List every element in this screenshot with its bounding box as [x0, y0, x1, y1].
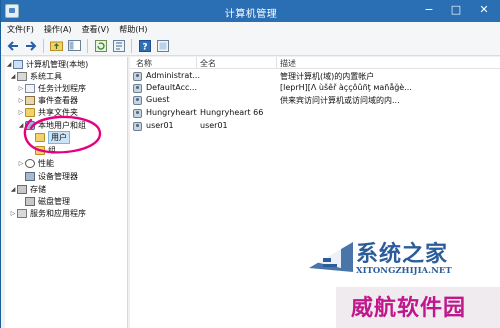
expand-arrow-icon[interactable]: ▷	[9, 210, 17, 217]
system-tools-icon	[17, 72, 27, 81]
tree-node-label: 任务计划程序	[38, 84, 86, 93]
collapse-arrow-icon[interactable]: ◢	[17, 122, 25, 129]
device-manager-icon	[25, 172, 35, 181]
table-row[interactable]: Administrat... 管理计算机(域)的内置帐户	[130, 71, 500, 82]
expand-arrow-icon[interactable]: ▷	[17, 85, 25, 92]
tree-node-label: 本地用户和组	[38, 121, 86, 130]
user-icon	[133, 72, 142, 81]
refresh-icon[interactable]	[93, 38, 108, 53]
expand-arrow-icon[interactable]: ▷	[17, 109, 25, 116]
user-icon	[133, 84, 142, 93]
menu-action[interactable]: 操作(A)	[44, 24, 72, 35]
tree-node-system-tools[interactable]: ◢ 系统工具	[9, 71, 62, 82]
tree-node-label: 性能	[38, 159, 54, 168]
tree-node-label: 系统工具	[30, 72, 62, 81]
list-header: 名称 全名 描述	[130, 57, 500, 69]
column-header-name[interactable]: 名称	[136, 58, 152, 69]
tree-node-label: 磁盘管理	[38, 197, 70, 206]
tree-node-label: 组	[48, 146, 56, 155]
tree-node-label: 计算机管理(本地)	[26, 60, 89, 69]
toolbar-separator	[87, 38, 88, 53]
users-folder-icon	[35, 133, 45, 142]
tree-node-storage[interactable]: ◢ 存储	[9, 184, 46, 195]
tree-node-device-manager[interactable]: 设备管理器	[17, 171, 78, 182]
computer-management-window: 计算机管理 − □ ✕ 文件(F) 操作(A) 查看(V) 帮助(H) ? ◢ …	[0, 0, 500, 328]
disk-management-icon	[25, 197, 35, 206]
user-icon	[133, 96, 142, 105]
menu-file[interactable]: 文件(F)	[7, 24, 34, 35]
tree-node-disk-management[interactable]: 磁盘管理	[17, 196, 70, 207]
cell-name: DefaultAcc...	[146, 83, 197, 92]
tree-node-label: 事件查看器	[38, 96, 78, 105]
title-bar: 计算机管理 − □ ✕	[1, 0, 500, 22]
tree-node-event-viewer[interactable]: ▷ 事件查看器	[17, 95, 78, 106]
cell-description: [leprH][Λ ùšêř àççôûñţ мañåğè...	[280, 83, 412, 92]
close-button[interactable]: ✕	[471, 0, 497, 20]
toolbar-separator	[131, 38, 132, 53]
cell-name: user01	[146, 121, 174, 130]
table-row[interactable]: Hungryheart Hungryheart 66	[130, 108, 500, 119]
cell-name: Administrat...	[146, 71, 200, 80]
tree-node-label: 存储	[30, 185, 46, 194]
tree-node-users[interactable]: 用户	[27, 131, 70, 144]
menu-help[interactable]: 帮助(H)	[119, 24, 147, 35]
navigation-tree: ◢ 计算机管理(本地) ◢ 系统工具 ▷ 任务计划程序 ▷ 事件查看器 ▷ 共享…	[5, 57, 128, 328]
computer-management-icon	[13, 60, 23, 69]
cell-name: Hungryheart	[146, 108, 197, 117]
up-folder-icon[interactable]	[49, 38, 64, 53]
watermark-site-url: XITONGZHIJIA.NET	[356, 266, 452, 276]
task-scheduler-icon	[25, 84, 35, 93]
collapse-arrow-icon[interactable]: ◢	[5, 61, 13, 68]
tree-node-task-scheduler[interactable]: ▷ 任务计划程序	[17, 83, 86, 94]
tree-node-services-apps[interactable]: ▷ 服务和应用程序	[9, 208, 86, 219]
show-tree-icon[interactable]	[67, 38, 82, 53]
tree-node-label: 设备管理器	[38, 172, 78, 181]
storage-icon	[17, 185, 27, 194]
minimize-button[interactable]: −	[416, 0, 442, 20]
maximize-button[interactable]: □	[443, 0, 469, 20]
collapse-arrow-icon[interactable]: ◢	[9, 73, 17, 80]
svg-text:?: ?	[142, 42, 147, 52]
users-group-icon	[25, 121, 35, 130]
table-row[interactable]: Guest 供来宾访问计算机或访问域的内...	[130, 95, 500, 106]
tree-node-shared-folders[interactable]: ▷ 共享文件夹	[17, 107, 78, 118]
performance-icon	[25, 159, 35, 168]
forward-arrow-icon[interactable]	[23, 38, 38, 53]
cell-name: Guest	[146, 95, 170, 104]
table-row[interactable]: DefaultAcc... [leprH][Λ ùšêř àççôûñţ мañ…	[130, 83, 500, 94]
tree-node-root[interactable]: ◢ 计算机管理(本地)	[5, 59, 88, 70]
help-icon[interactable]: ?	[137, 38, 152, 53]
user-icon	[133, 109, 142, 118]
cell-fullname: user01	[200, 121, 228, 130]
expand-arrow-icon[interactable]: ▷	[17, 160, 25, 167]
event-viewer-icon	[25, 96, 35, 105]
menu-bar: 文件(F) 操作(A) 查看(V) 帮助(H)	[1, 22, 500, 36]
watermark-site-name: 系统之家	[356, 242, 449, 267]
groups-folder-icon	[35, 146, 45, 155]
cell-description: 管理计算机(域)的内置帐户	[280, 72, 375, 81]
user-icon	[133, 122, 142, 131]
cell-fullname: Hungryheart 66	[200, 108, 264, 117]
back-arrow-icon[interactable]	[5, 38, 20, 53]
export-icon[interactable]	[111, 38, 126, 53]
shared-folder-icon	[25, 108, 35, 117]
tree-node-performance[interactable]: ▷ 性能	[17, 158, 54, 169]
tree-node-label: 服务和应用程序	[30, 209, 86, 218]
watermark-corner-text: 威航软件园	[351, 296, 467, 321]
tree-node-label: 用户	[48, 131, 70, 144]
properties-icon[interactable]	[155, 38, 170, 53]
cell-description: 供来宾访问计算机或访问域的内...	[280, 96, 400, 105]
tree-node-groups[interactable]: 组	[27, 145, 56, 156]
collapse-arrow-icon[interactable]: ◢	[9, 186, 17, 193]
tree-node-local-users-groups[interactable]: ◢ 本地用户和组	[17, 120, 86, 131]
tree-node-label: 共享文件夹	[38, 108, 78, 117]
toolbar-separator	[43, 38, 44, 53]
column-header-fullname[interactable]: 全名	[200, 58, 216, 69]
services-icon	[17, 209, 27, 218]
expand-arrow-icon[interactable]: ▷	[17, 97, 25, 104]
menu-view[interactable]: 查看(V)	[82, 24, 110, 35]
toolbar: ?	[1, 36, 500, 56]
column-header-description[interactable]: 描述	[280, 58, 296, 69]
table-row[interactable]: user01 user01	[130, 121, 500, 132]
